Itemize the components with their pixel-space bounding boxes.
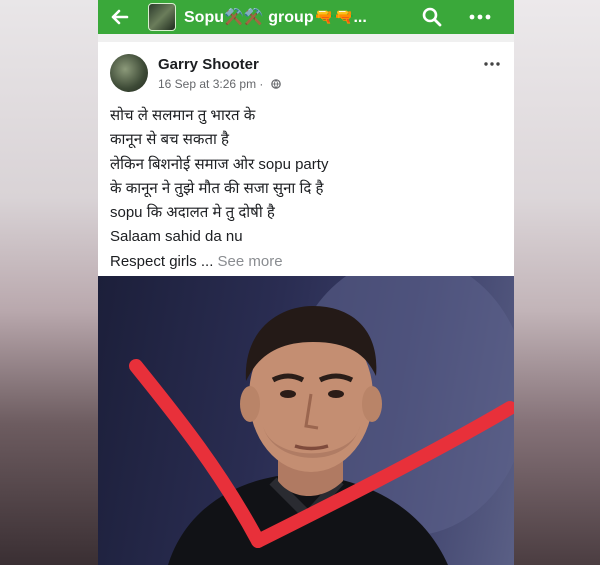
group-title[interactable]: Sopu⚒️⚒️ group🔫🔫... — [184, 7, 394, 27]
author-name[interactable]: Garry Shooter — [158, 56, 281, 73]
post-line: Salaam sahid da nu — [110, 228, 243, 246]
more-dots-icon — [469, 14, 491, 20]
phone-screen: Sopu⚒️⚒️ group🔫🔫... Garry Shooter 16 Sep… — [98, 0, 514, 565]
post-options-button[interactable] — [484, 50, 500, 71]
blurred-backdrop-right — [514, 0, 600, 565]
post-line: लेकिन बिशनोई समाज ओर sopu party — [110, 155, 329, 173]
post-body: सोच ले सलमान तु भारत के कानून से बच सकता… — [110, 104, 502, 274]
search-icon — [422, 7, 442, 27]
blurred-backdrop-left — [0, 0, 98, 565]
privacy-globe-icon — [270, 79, 281, 89]
meta-separator: · — [256, 77, 267, 91]
group-avatar[interactable] — [148, 3, 176, 31]
post-line: sopu कि अदालत मे तु दोषी है — [110, 204, 275, 222]
more-dots-icon — [484, 62, 500, 66]
group-top-bar: Sopu⚒️⚒️ group🔫🔫... — [98, 0, 514, 34]
post-line: सोच ले सलमान तु भारत के — [110, 107, 256, 124]
more-options-button[interactable] — [452, 0, 508, 34]
post-header: Garry Shooter 16 Sep at 3:26 pm · — [110, 54, 281, 92]
back-arrow-icon — [111, 9, 129, 25]
see-more-link[interactable]: See more — [218, 253, 283, 270]
author-avatar[interactable] — [110, 54, 148, 92]
post-line: Respect girls ... — [110, 252, 218, 270]
photo-illustration — [129, 276, 514, 565]
post-line: के कानून ने तुझे मौत की सजा सुना दि है — [110, 179, 324, 197]
post-card: Garry Shooter 16 Sep at 3:26 pm · सोच ले… — [98, 42, 514, 276]
post-photo[interactable] — [98, 276, 514, 565]
post-meta: 16 Sep at 3:26 pm · — [158, 77, 281, 91]
post-line-last: Respect girls ... See more — [110, 250, 502, 274]
back-button[interactable] — [98, 0, 142, 34]
search-button[interactable] — [412, 0, 452, 34]
post-timestamp[interactable]: 16 Sep at 3:26 pm — [158, 77, 256, 91]
post-line: कानून से बच सकता है — [110, 131, 230, 149]
